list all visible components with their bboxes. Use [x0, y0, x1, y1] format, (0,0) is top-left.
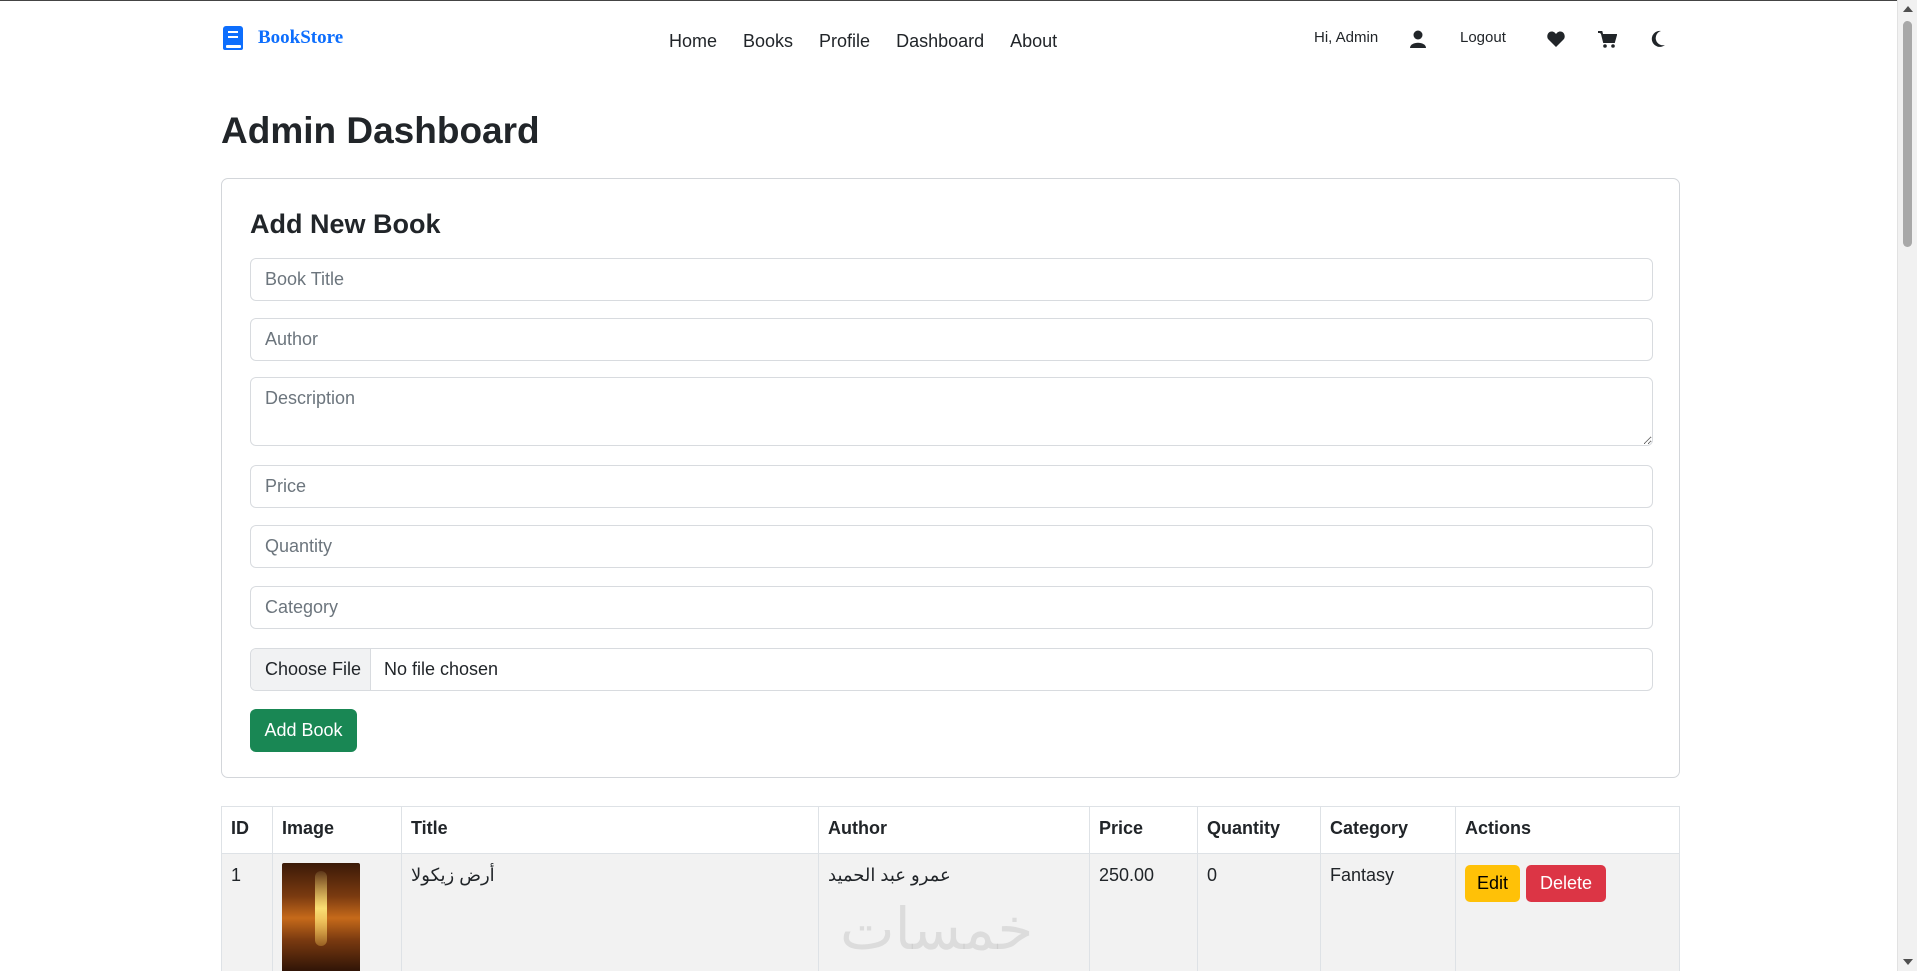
header-category: Category: [1320, 806, 1456, 854]
scroll-down-arrow-icon[interactable]: [1903, 959, 1913, 965]
delete-button[interactable]: Delete: [1526, 865, 1607, 902]
price-input[interactable]: [250, 465, 1653, 508]
cell-price: 250.00: [1089, 853, 1198, 971]
book-title-input[interactable]: [250, 258, 1653, 301]
nav-home[interactable]: Home: [656, 31, 730, 52]
header-title: Title: [401, 806, 819, 854]
cell-author: عمرو عبد الحميد: [818, 853, 1090, 971]
nav-profile[interactable]: Profile: [806, 31, 883, 52]
header-author: Author: [818, 806, 1090, 854]
moon-icon[interactable]: [1646, 27, 1670, 51]
file-status: No file chosen: [384, 659, 499, 679]
cell-image: [272, 853, 402, 971]
header-id: ID: [221, 806, 273, 854]
author-input[interactable]: [250, 318, 1653, 361]
brand-name: BookStore: [258, 27, 344, 48]
user-greeting: Hi, Admin: [1314, 29, 1379, 46]
edit-button[interactable]: Edit: [1465, 865, 1521, 902]
brand-link[interactable]: BookStore: [221, 25, 343, 51]
scroll-thumb[interactable]: [1903, 21, 1912, 247]
header-quantity: Quantity: [1197, 806, 1321, 854]
cell-category: Fantasy: [1320, 853, 1456, 971]
book-icon: [223, 26, 243, 50]
navbar: BookStore Home Books Profile Dashboard A…: [0, 0, 1897, 80]
cell-id: 1: [221, 853, 273, 971]
cell-quantity: 0: [1197, 853, 1321, 971]
logout-link[interactable]: Logout: [1460, 29, 1506, 46]
main-nav: Home Books Profile Dashboard About: [656, 31, 1070, 52]
category-input[interactable]: [250, 586, 1653, 629]
nav-books[interactable]: Books: [730, 31, 806, 52]
book-author-text: عمرو عبد الحميد: [828, 865, 951, 885]
header-price: Price: [1089, 806, 1198, 854]
quantity-input[interactable]: [250, 525, 1653, 568]
heart-icon[interactable]: [1544, 27, 1568, 51]
cell-actions: Edit Delete: [1455, 853, 1680, 971]
scroll-up-arrow-icon[interactable]: [1903, 6, 1913, 12]
add-book-title: Add New Book: [250, 209, 441, 239]
header-actions: Actions: [1455, 806, 1680, 854]
description-input[interactable]: [250, 377, 1653, 446]
table-header-row: ID Image Title Author Price Quantity Cat…: [221, 806, 1680, 854]
table-row: 1 أرض زيكولا عمرو عبد الحميد 250.00 0 Fa…: [221, 853, 1680, 971]
add-book-card: Add New Book Choose File No file chosen …: [221, 178, 1680, 778]
user-icon[interactable]: [1406, 27, 1430, 51]
book-cover-image: [282, 863, 360, 971]
header-image: Image: [272, 806, 402, 854]
nav-about[interactable]: About: [997, 31, 1070, 52]
book-title-text: أرض زيكولا: [411, 865, 495, 885]
nav-dashboard[interactable]: Dashboard: [883, 31, 997, 52]
image-file-input[interactable]: Choose File No file chosen: [250, 648, 1653, 691]
choose-file-button[interactable]: Choose File: [251, 649, 371, 690]
books-table: ID Image Title Author Price Quantity Cat…: [221, 806, 1680, 971]
page-title: Admin Dashboard: [221, 110, 540, 151]
add-book-button[interactable]: Add Book: [250, 709, 357, 752]
cart-icon[interactable]: [1595, 27, 1619, 51]
page-scrollbar[interactable]: [1897, 0, 1917, 971]
cell-title: أرض زيكولا: [401, 853, 819, 971]
